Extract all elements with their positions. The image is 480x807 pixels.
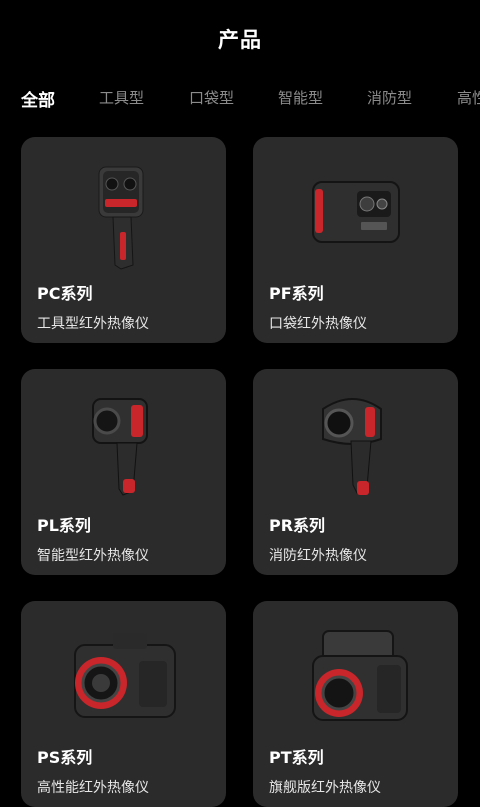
tab-fire[interactable]: 消防型 (367, 87, 412, 108)
product-card-pf[interactable]: PF系列 口袋红外热像仪 (253, 137, 458, 343)
page-title: 产品 (218, 28, 262, 52)
app-header: 产品 (0, 0, 480, 78)
tab-pocket[interactable]: 口袋型 (189, 87, 234, 108)
tab-high-performance[interactable]: 高性 (457, 87, 480, 108)
flagship-thermal-camera-icon (312, 630, 408, 721)
firefighting-thermal-camera-icon (322, 398, 382, 495)
high-performance-thermal-camera-icon (74, 633, 176, 718)
product-desc: 旗舰版红外热像仪 (269, 780, 381, 796)
product-desc: 口袋红外热像仪 (269, 316, 367, 332)
tab-tool[interactable]: 工具型 (99, 87, 144, 108)
product-desc: 消防红外热像仪 (269, 548, 367, 564)
product-card-ps[interactable]: PS系列 高性能红外热像仪 (21, 601, 226, 807)
product-desc: 高性能红外热像仪 (37, 780, 149, 796)
handheld-thermal-camera-icon (98, 166, 144, 270)
product-name: PS系列 (37, 748, 93, 767)
product-name: PT系列 (269, 748, 324, 767)
tab-smart[interactable]: 智能型 (278, 87, 323, 108)
product-desc: 工具型红外热像仪 (37, 316, 149, 332)
product-name: PC系列 (37, 284, 93, 303)
product-name: PR系列 (269, 516, 326, 535)
pocket-thermal-camera-icon (312, 181, 400, 243)
category-tabs: 全部 工具型 口袋型 智能型 消防型 高性 (0, 84, 480, 114)
product-name: PL系列 (37, 516, 91, 535)
product-card-pt[interactable]: PT系列 旗舰版红外热像仪 (253, 601, 458, 807)
tab-all[interactable]: 全部 (21, 86, 55, 111)
product-card-pc[interactable]: PC系列 工具型红外热像仪 (21, 137, 226, 343)
product-desc: 智能型红外热像仪 (37, 548, 149, 564)
product-card-pr[interactable]: PR系列 消防红外热像仪 (253, 369, 458, 575)
product-name: PF系列 (269, 284, 324, 303)
smart-thermal-camera-icon (92, 398, 148, 496)
product-card-pl[interactable]: PL系列 智能型红外热像仪 (21, 369, 226, 575)
